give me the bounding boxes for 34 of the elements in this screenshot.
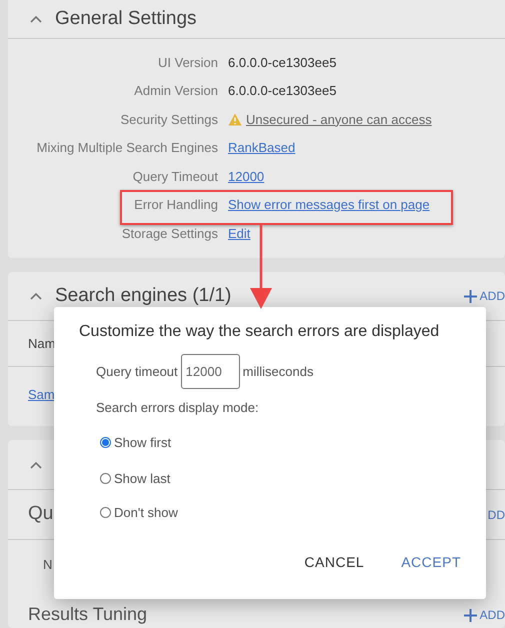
unit-label: milliseconds xyxy=(242,362,314,381)
setting-label: Query Timeout xyxy=(132,168,218,186)
setting-label: Admin Version xyxy=(133,82,218,100)
setting-label: Security Settings xyxy=(119,110,218,129)
section-title: General Settings xyxy=(55,6,197,31)
setting-label: Error Handling xyxy=(133,196,218,214)
column-header: Nam xyxy=(28,334,56,353)
add-button[interactable]: ADD xyxy=(464,606,505,624)
radio-option[interactable]: Don't show xyxy=(100,503,178,522)
radio-option[interactable]: Show last xyxy=(100,469,170,488)
column-header: N xyxy=(43,556,52,574)
subsection-title: Qu xyxy=(28,502,54,526)
cancel-button[interactable]: CANCEL xyxy=(304,552,364,573)
section-title: Search engines (1/1) xyxy=(55,284,232,308)
mode-label: Search errors display mode: xyxy=(96,399,259,417)
dialog-title: Customize the way the search errors are displayed xyxy=(79,322,440,342)
accept-button[interactable]: ACCEPT xyxy=(401,552,461,573)
setting-link[interactable]: Unsecured - anyone can access xyxy=(246,110,432,129)
setting-label: UI Version xyxy=(157,54,218,72)
setting-label: Mixing Multiple Search Engines xyxy=(36,139,218,157)
setting-link[interactable]: Show error messages first on page xyxy=(228,195,430,214)
subsection-title: Results Tuning xyxy=(28,604,148,624)
add-link[interactable]: DD xyxy=(488,506,505,524)
add-button[interactable]: ADD xyxy=(464,287,505,305)
engine-link[interactable]: Sam xyxy=(28,385,55,405)
setting-label: Storage Settings xyxy=(120,224,218,243)
radio-option[interactable]: Show first xyxy=(100,433,172,452)
setting-link[interactable]: 12000 xyxy=(228,166,264,186)
setting-value: 6.0.0.0-ce1303ee5 xyxy=(228,54,336,72)
setting-link[interactable]: RankBased xyxy=(228,138,296,158)
setting-value: 6.0.0.0-ce1303ee5 xyxy=(228,82,336,100)
field-label: Query timeout xyxy=(96,362,178,381)
timeout-field[interactable]: 12000 xyxy=(180,354,240,389)
setting-link[interactable]: Edit xyxy=(228,224,250,243)
